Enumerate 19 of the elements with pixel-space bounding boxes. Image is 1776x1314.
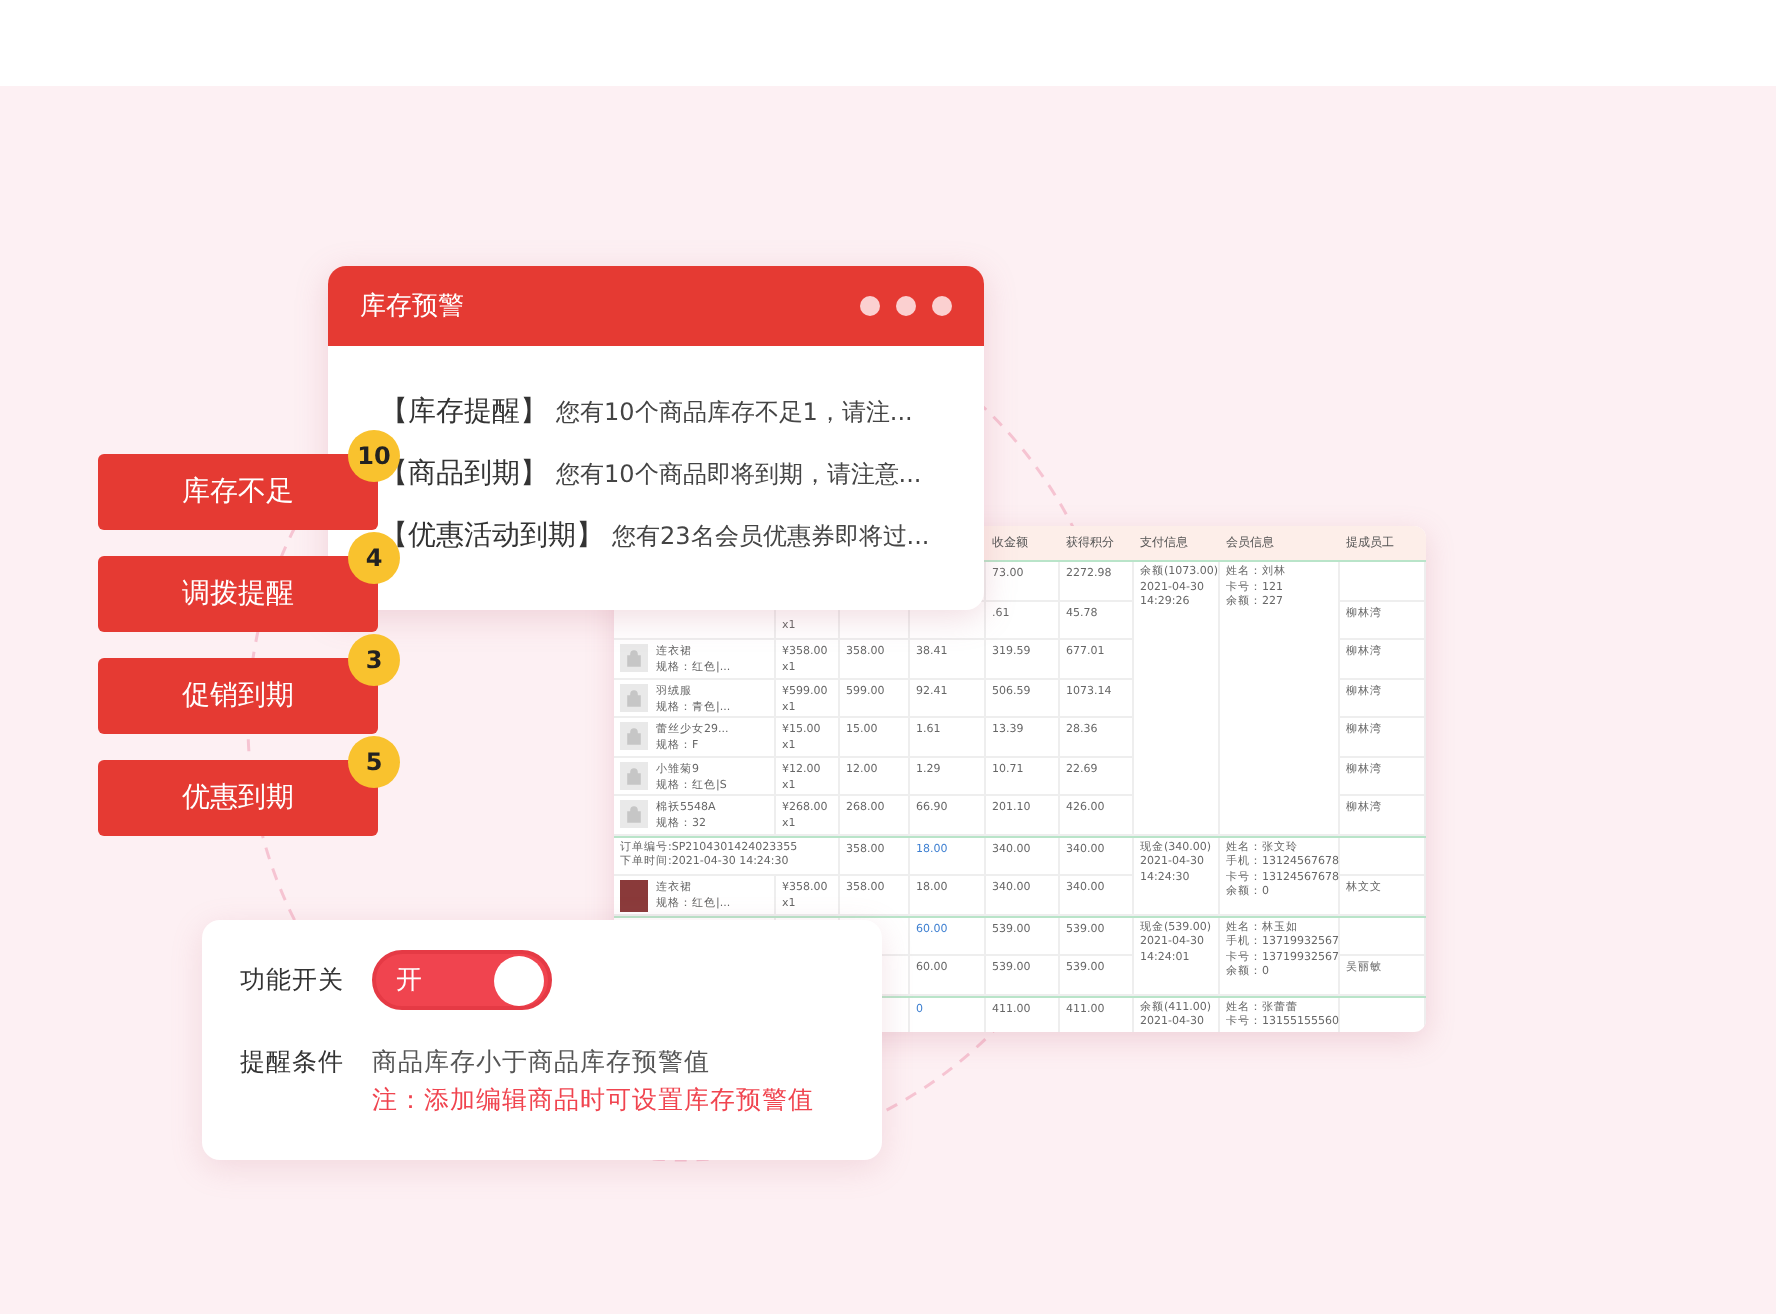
count-badge: 5 <box>348 736 400 788</box>
window-title: 库存预警 <box>360 290 464 324</box>
alert-message: 您有10个商品库存不足1，请注... <box>556 396 913 430</box>
photo-placeholder <box>620 880 648 912</box>
bag-icon <box>620 722 648 750</box>
switch-label: 功能开关 <box>240 963 344 997</box>
bag-icon <box>620 761 648 789</box>
more-icon[interactable] <box>860 296 952 316</box>
feature-toggle[interactable]: 开 <box>372 950 552 1010</box>
bag-icon <box>620 800 648 828</box>
alert-message: 您有23名会员优惠券即将过... <box>612 520 930 554</box>
alert-message: 您有10个商品即将到期，请注意... <box>556 458 922 492</box>
note-text: 注：添加编辑商品时可设置库存预警值 <box>372 1084 814 1118</box>
condition-label: 提醒条件 <box>240 1046 344 1080</box>
count-badge: 3 <box>348 634 400 686</box>
condition-text: 商品库存小于商品库存预警值 <box>372 1046 712 1080</box>
bag-icon <box>620 644 648 672</box>
bag-icon <box>620 683 648 711</box>
alert-category: 【库存提醒】 <box>380 394 548 430</box>
